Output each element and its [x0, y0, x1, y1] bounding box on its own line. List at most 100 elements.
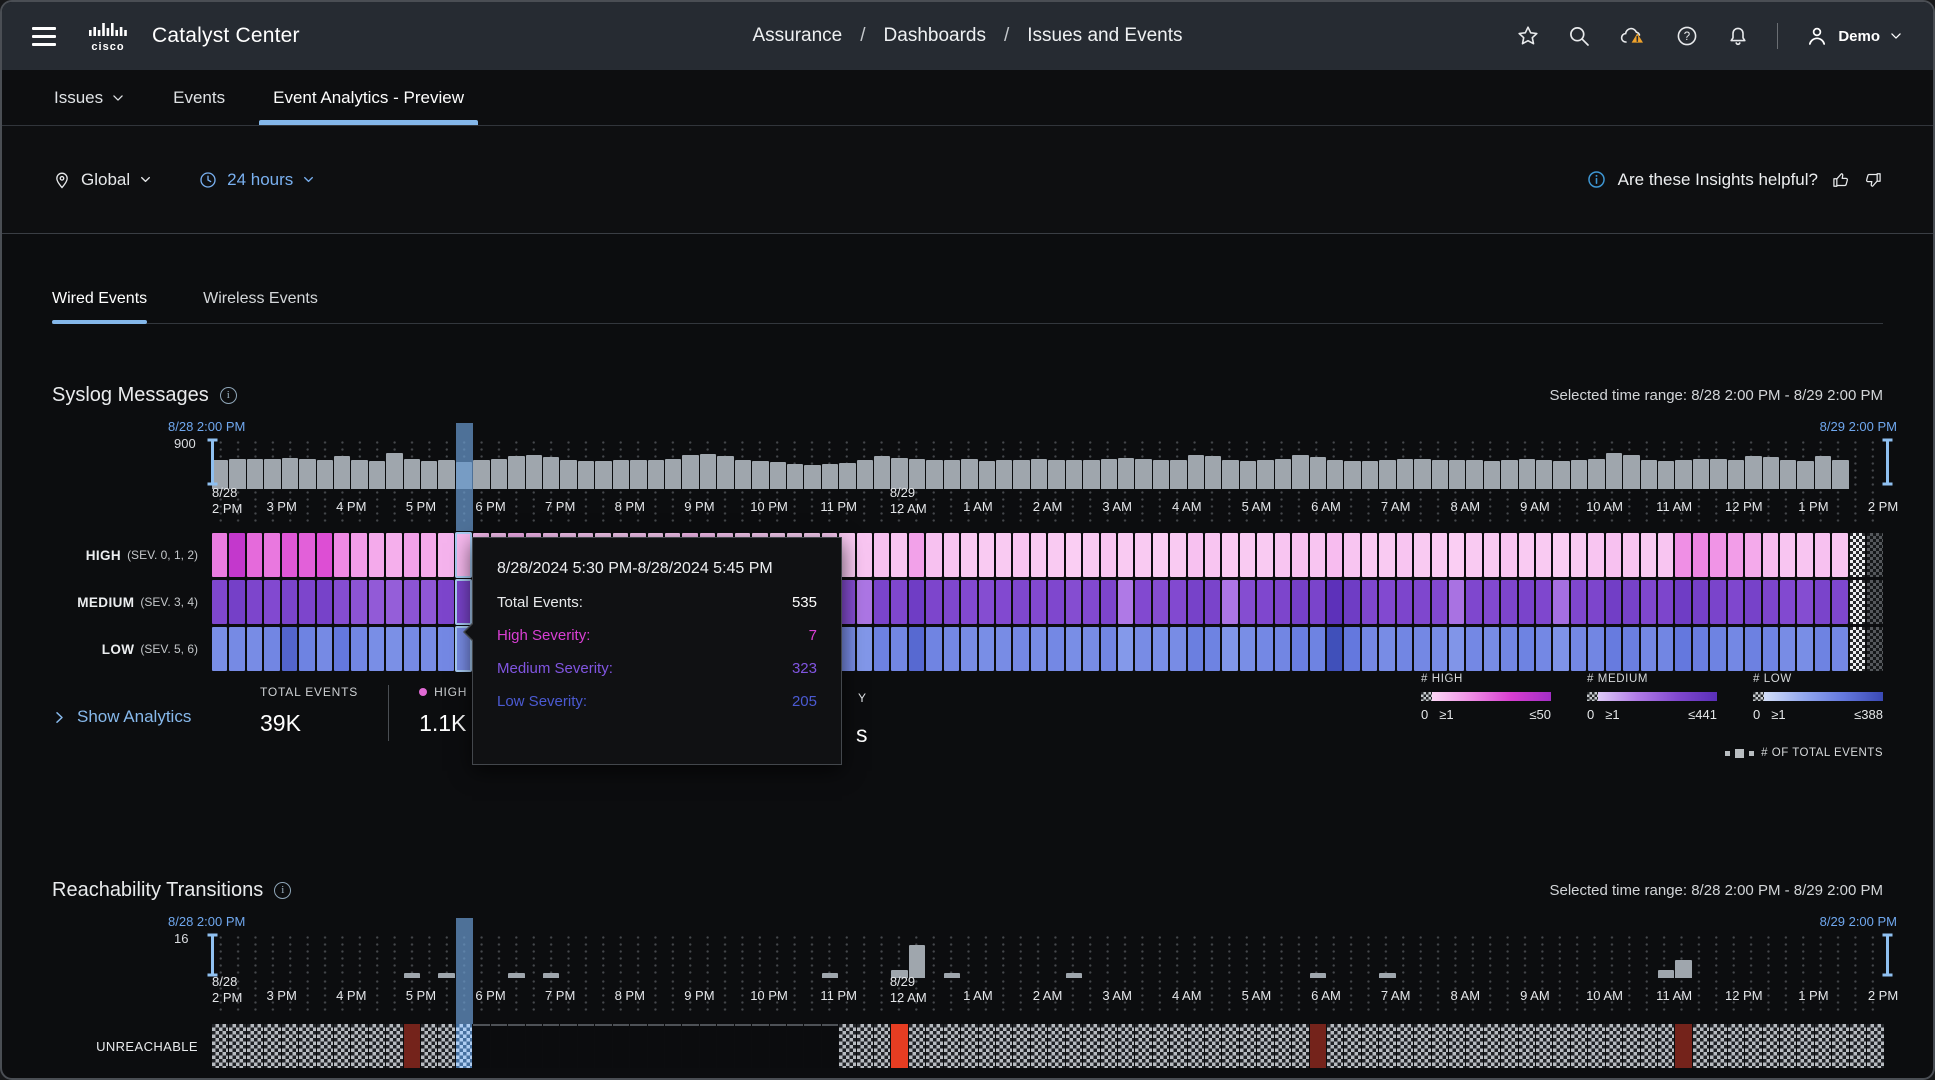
selection-band[interactable]: [456, 423, 473, 531]
subtab-wired-events[interactable]: Wired Events: [52, 290, 147, 323]
heatmap-cell[interactable]: [1693, 533, 1708, 577]
overview-bar[interactable]: [1815, 456, 1831, 489]
unreachable-cell[interactable]: [1763, 1024, 1779, 1068]
heatmap-cell[interactable]: [1153, 627, 1168, 671]
heatmap-cell[interactable]: [229, 533, 244, 577]
heatmap-cell[interactable]: [1362, 627, 1377, 671]
show-analytics-button[interactable]: Show Analytics: [52, 707, 260, 727]
heatmap-cell[interactable]: [212, 533, 227, 577]
unreachable-cell[interactable]: [839, 1024, 855, 1068]
heatmap-cell[interactable]: [1623, 580, 1638, 624]
cisco-logo[interactable]: cisco: [82, 19, 136, 53]
overview-bar[interactable]: [264, 459, 280, 489]
unreachable-cell[interactable]: [299, 1024, 315, 1068]
heatmap-cell[interactable]: [1031, 533, 1046, 577]
heatmap-cell[interactable]: [1832, 533, 1847, 577]
unreachable-cell[interactable]: [1066, 1024, 1082, 1068]
unreachable-cell[interactable]: [1379, 1024, 1395, 1068]
heatmap-cell[interactable]: [857, 627, 872, 671]
heatmap-cell[interactable]: [282, 533, 297, 577]
heatmap-cell[interactable]: [1397, 533, 1412, 577]
heatmap-cell[interactable]: [1397, 627, 1412, 671]
heatmap-cell[interactable]: [944, 627, 959, 671]
overview-bar[interactable]: [1066, 460, 1082, 489]
unreachable-cell[interactable]: [1850, 1024, 1866, 1068]
heatmap-cell[interactable]: [1222, 580, 1237, 624]
heatmap-cell[interactable]: [1728, 627, 1743, 671]
heatmap-cell[interactable]: [1571, 580, 1586, 624]
heatmap-cell[interactable]: [229, 627, 244, 671]
heatmap-cell[interactable]: [1449, 533, 1464, 577]
heatmap-cell[interactable]: [1553, 580, 1568, 624]
overview-bar[interactable]: [752, 461, 768, 489]
heatmap-cell[interactable]: [1344, 533, 1359, 577]
heatmap-cell[interactable]: [456, 533, 471, 577]
heatmap-cell[interactable]: [1675, 627, 1690, 671]
unreachable-cell[interactable]: [1501, 1024, 1517, 1068]
overview-bar[interactable]: [1170, 460, 1186, 489]
unreachable-cell[interactable]: [1135, 1024, 1151, 1068]
unreachable-cell[interactable]: [1083, 1024, 1099, 1068]
heatmap-cell[interactable]: [909, 533, 924, 577]
heatmap-cell[interactable]: [1536, 627, 1551, 671]
heatmap-cell[interactable]: [1797, 533, 1812, 577]
range-handle-left[interactable]: [205, 437, 220, 492]
heatmap-cell[interactable]: [1066, 580, 1081, 624]
overview-bar[interactable]: [1414, 459, 1430, 489]
unreachable-cell[interactable]: [787, 1024, 803, 1068]
search-icon[interactable]: [1567, 24, 1591, 48]
unreachable-cell[interactable]: [543, 1024, 559, 1068]
heatmap-cell[interactable]: [247, 533, 262, 577]
heatmap-cell[interactable]: [264, 627, 279, 671]
heatmap-cell[interactable]: [1083, 627, 1098, 671]
heatmap-cell[interactable]: [1379, 533, 1394, 577]
overview-bar[interactable]: [1222, 460, 1238, 489]
heatmap-cell[interactable]: [1553, 533, 1568, 577]
overview-bar[interactable]: [613, 460, 629, 489]
overview-bar[interactable]: [630, 460, 646, 489]
selection-band[interactable]: [456, 918, 473, 1024]
unreachable-cell[interactable]: [1048, 1024, 1064, 1068]
heatmap-cell[interactable]: [1745, 627, 1760, 671]
unreachable-cell[interactable]: [247, 1024, 263, 1068]
heatmap-cell[interactable]: [1623, 533, 1638, 577]
heatmap-cell[interactable]: [996, 580, 1011, 624]
unreachable-cell[interactable]: [770, 1024, 786, 1068]
heatmap-cell[interactable]: [891, 627, 906, 671]
overview-bar[interactable]: [334, 456, 350, 489]
heatmap-cell[interactable]: [1222, 533, 1237, 577]
heatmap-cell[interactable]: [1135, 533, 1150, 577]
heatmap-cell[interactable]: [1310, 533, 1325, 577]
overview-bar[interactable]: [1832, 460, 1848, 489]
heatmap-cell[interactable]: [1780, 533, 1795, 577]
unreachable-cell[interactable]: [1675, 1024, 1691, 1068]
heatmap-cell[interactable]: [1083, 533, 1098, 577]
unreachable-cell[interactable]: [909, 1024, 925, 1068]
tab-event-analytics[interactable]: Event Analytics - Preview: [259, 88, 478, 125]
overview-bar[interactable]: [1205, 456, 1221, 489]
overview-bar[interactable]: [1484, 461, 1500, 489]
user-menu[interactable]: Demo: [1805, 24, 1903, 48]
heatmap-cell[interactable]: [1623, 627, 1638, 671]
unreachable-cell[interactable]: [1362, 1024, 1378, 1068]
heatmap-cell[interactable]: [1832, 627, 1847, 671]
notifications-icon[interactable]: [1726, 24, 1750, 48]
unreachable-cell[interactable]: [979, 1024, 995, 1068]
heatmap-cell[interactable]: [1013, 627, 1028, 671]
heatmap-cell[interactable]: [1466, 580, 1481, 624]
heatmap-cell[interactable]: [299, 533, 314, 577]
heatmap-cell[interactable]: [1606, 580, 1621, 624]
heatmap-cell[interactable]: [1501, 533, 1516, 577]
overview-bar[interactable]: [735, 460, 751, 489]
unreachable-cell[interactable]: [1519, 1024, 1535, 1068]
unreachable-cell[interactable]: [665, 1024, 681, 1068]
heatmap-cell[interactable]: [1188, 533, 1203, 577]
unreachable-cell[interactable]: [874, 1024, 890, 1068]
heatmap-cell[interactable]: [247, 580, 262, 624]
heatmap-cell[interactable]: [1362, 533, 1377, 577]
heatmap-cell[interactable]: [979, 533, 994, 577]
unreachable-cell[interactable]: [491, 1024, 507, 1068]
heatmap-cell[interactable]: [1153, 533, 1168, 577]
unreachable-cell[interactable]: [961, 1024, 977, 1068]
unreachable-cell[interactable]: [648, 1024, 664, 1068]
